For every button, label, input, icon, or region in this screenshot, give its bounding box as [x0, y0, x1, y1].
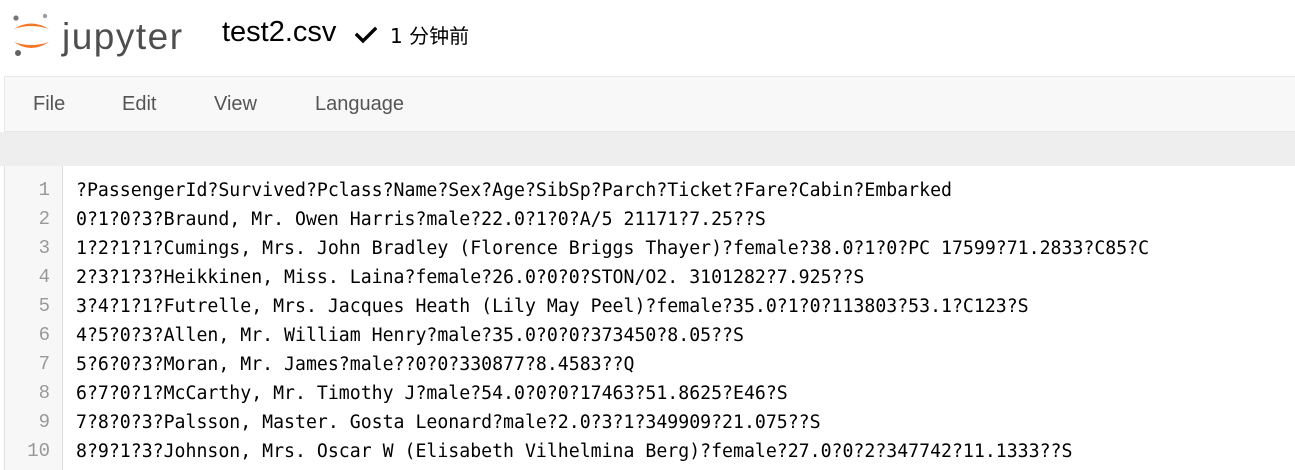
code-line[interactable]: 5?6?0?3?Moran, Mr. James?male??0?0?33087… — [76, 350, 634, 379]
code-line[interactable]: 2?3?1?3?Heikkinen, Miss. Laina?female?26… — [76, 263, 864, 292]
line-number: 9 — [38, 411, 50, 433]
jupyter-logo-icon — [13, 13, 49, 56]
code-line[interactable]: ?PassengerId?Survived?Pclass?Name?Sex?Ag… — [76, 176, 952, 205]
save-status: 1 分钟前 — [390, 24, 470, 48]
line-number: 10 — [27, 440, 50, 462]
code-line[interactable]: 3?4?1?1?Futrelle, Mrs. Jacques Heath (Li… — [76, 292, 1029, 321]
line-number: 8 — [38, 382, 50, 404]
code-line[interactable]: 8?9?1?3?Johnson, Mrs. Oscar W (Elisabeth… — [76, 437, 1072, 466]
toolbar-spacer — [0, 132, 1295, 166]
menu-language[interactable]: Language — [315, 77, 404, 131]
line-number: 6 — [38, 324, 50, 346]
menu-view[interactable]: View — [214, 77, 257, 131]
menu-edit[interactable]: Edit — [122, 77, 156, 131]
jupyter-logo[interactable]: jupyter — [12, 12, 202, 58]
line-number: 5 — [38, 295, 50, 317]
line-number: 3 — [38, 237, 50, 259]
line-number-gutter: 1 2 3 4 5 6 7 8 9 10 — [5, 166, 63, 470]
logo-text: jupyter — [62, 16, 184, 57]
line-number: 1 — [38, 179, 50, 201]
code-line[interactable]: 7?8?0?3?Palsson, Master. Gosta Leonard?m… — [76, 408, 821, 437]
file-name-title[interactable]: test2.csv — [222, 14, 336, 50]
line-number: 7 — [38, 353, 50, 375]
line-number: 2 — [38, 208, 50, 230]
checkmark-icon — [355, 26, 377, 44]
menu-bar: File Edit View Language — [4, 76, 1295, 132]
code-line[interactable]: 4?5?0?3?Allen, Mr. William Henry?male?35… — [76, 321, 744, 350]
code-line[interactable]: 6?7?0?1?McCarthy, Mr. Timothy J?male?54.… — [76, 379, 788, 408]
menu-file[interactable]: File — [33, 77, 65, 131]
code-line[interactable]: 0?1?0?3?Braund, Mr. Owen Harris?male?22.… — [76, 205, 766, 234]
code-line[interactable]: 1?2?1?1?Cumings, Mrs. John Bradley (Flor… — [76, 234, 1149, 263]
text-editor[interactable]: 1 2 3 4 5 6 7 8 9 10 ?PassengerId?Surviv… — [4, 166, 1295, 470]
header: jupyter test2.csv 1 分钟前 — [0, 0, 1295, 76]
line-number: 4 — [38, 266, 50, 288]
code-area[interactable]: ?PassengerId?Survived?Pclass?Name?Sex?Ag… — [76, 166, 1295, 470]
